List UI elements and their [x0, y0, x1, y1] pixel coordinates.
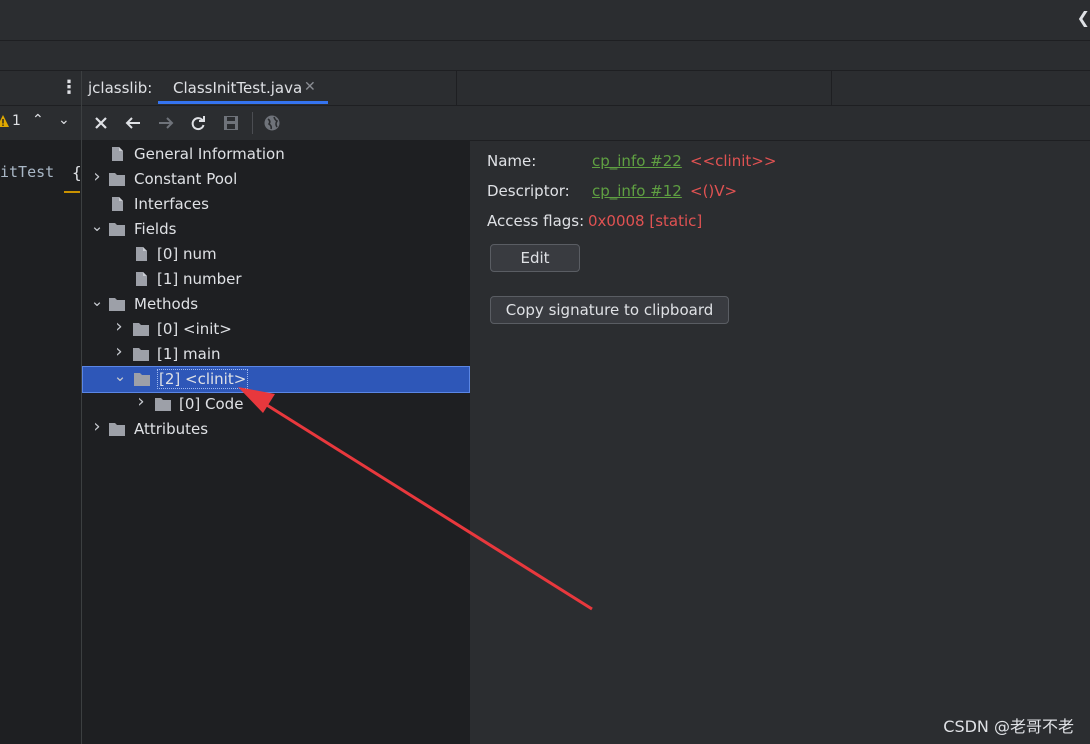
editor-tab-bar: ⋮: [0, 71, 81, 106]
jclasslib-tab-header: jclasslib: ClassInitTest.java ✕: [82, 71, 1090, 106]
tree-item[interactable]: › [1] main: [82, 342, 470, 367]
chevron-right-icon[interactable]: ›: [90, 418, 104, 436]
folder-icon: [108, 296, 126, 312]
tree-item-label: Interfaces: [134, 195, 209, 213]
inspection-widget: 1 ⌃ ⌄: [0, 106, 81, 141]
folder-icon: [133, 371, 151, 387]
folder-icon: [154, 396, 172, 412]
chevron-down-icon[interactable]: ⌄: [113, 367, 127, 385]
class-structure-tree: General Information › Constant Pool Interfa…: [82, 141, 471, 744]
tree-item-label: General Information: [134, 145, 285, 163]
name-value: <<clinit>>: [690, 152, 777, 170]
name-cp-link[interactable]: cp_info #22: [592, 152, 682, 170]
editor-panel: ⋮ 1 ⌃ ⌄ itTest {: [0, 71, 82, 744]
file-icon: [132, 246, 150, 262]
tab-class-file[interactable]: ClassInitTest.java ✕: [158, 71, 328, 105]
folder-icon: [132, 321, 150, 337]
folder-icon: [108, 171, 126, 187]
tab-label[interactable]: ClassInitTest.java: [173, 79, 302, 97]
file-icon: [108, 146, 126, 162]
tab-close-icon[interactable]: ✕: [304, 79, 316, 95]
plugin-label: jclasslib:: [88, 79, 153, 97]
name-label: Name:: [487, 152, 537, 170]
divider: [831, 71, 832, 105]
jclasslib-toolbar: [82, 106, 1090, 141]
close-icon[interactable]: [89, 111, 113, 135]
edit-button[interactable]: Edit: [490, 244, 580, 272]
tree-item-label: Fields: [134, 220, 177, 238]
watermark: CSDN @老哥不老: [943, 717, 1074, 736]
tree-item[interactable]: ⌄ Fields: [82, 217, 470, 242]
folder-icon: [108, 421, 126, 437]
tree-item-label: [0] Code: [179, 395, 244, 413]
save-icon[interactable]: [219, 111, 243, 135]
tree-item[interactable]: [0] num: [82, 242, 470, 267]
code-brace[interactable]: {: [72, 163, 82, 182]
detail-pane: Name: cp_info #22 <<clinit>> Descriptor:…: [470, 141, 1090, 744]
tree-item[interactable]: General Information: [82, 142, 470, 167]
previous-highlight-icon[interactable]: ⌃: [32, 112, 44, 128]
chevron-right-icon[interactable]: ›: [112, 318, 126, 336]
access-flags-value: 0x0008 [static]: [588, 212, 703, 230]
browser-icon[interactable]: [260, 111, 284, 135]
descriptor-cp-link[interactable]: cp_info #12: [592, 182, 682, 200]
tree-item[interactable]: › Attributes: [82, 417, 470, 442]
descriptor-label: Descriptor:: [487, 182, 570, 200]
tree-item[interactable]: Interfaces: [82, 192, 470, 217]
title-bar: ❮: [0, 0, 1090, 41]
folder-icon: [108, 221, 126, 237]
tree-item[interactable]: › Constant Pool: [82, 167, 470, 192]
tree-item-label: Attributes: [134, 420, 209, 438]
folder-icon: [132, 346, 150, 362]
chevron-right-icon[interactable]: ›: [90, 168, 104, 186]
warning-count: 1: [12, 113, 21, 129]
chevron-down-icon[interactable]: ⌄: [90, 217, 104, 235]
tree-item-label: [1] number: [157, 270, 242, 288]
back-icon[interactable]: [121, 111, 145, 135]
next-highlight-icon[interactable]: ⌄: [58, 112, 70, 128]
chevron-right-icon[interactable]: ›: [112, 343, 126, 361]
tree-item-label: [2] <clinit>: [156, 369, 249, 389]
corner-glyph: ❮: [1076, 8, 1090, 27]
tree-item[interactable]: ⌄ [2] <clinit>: [82, 366, 470, 393]
file-icon: [132, 271, 150, 287]
toolbar-separator: [252, 112, 253, 134]
refresh-icon[interactable]: [186, 111, 210, 135]
tree-item-label: [0] <init>: [157, 320, 232, 338]
forward-icon[interactable]: [154, 111, 178, 135]
tree-item-label: [0] num: [157, 245, 217, 263]
main-toolstrip: [0, 41, 1090, 71]
copy-signature-button[interactable]: Copy signature to clipboard: [490, 296, 729, 324]
warning-icon[interactable]: [0, 114, 10, 128]
descriptor-value: <()V>: [690, 182, 738, 200]
brace-match-underline: [64, 191, 80, 193]
tree-item[interactable]: ⌄ Methods: [82, 292, 470, 317]
tree-item-label: [1] main: [157, 345, 221, 363]
access-flags-label: Access flags:: [487, 212, 585, 230]
tree-item[interactable]: › [0] <init>: [82, 317, 470, 342]
chevron-down-icon[interactable]: ⌄: [90, 292, 104, 310]
chevron-right-icon[interactable]: ›: [134, 393, 148, 411]
file-icon: [108, 196, 126, 212]
active-tab-indicator: [158, 101, 328, 104]
tree-item[interactable]: › [0] Code: [82, 392, 470, 417]
more-options-icon[interactable]: ⋮: [60, 77, 78, 99]
divider: [456, 71, 457, 105]
tree-item-label: Methods: [134, 295, 199, 313]
tree-item-label: Constant Pool: [134, 170, 238, 188]
tree-item[interactable]: [1] number: [82, 267, 470, 292]
code-text[interactable]: itTest: [0, 163, 54, 181]
